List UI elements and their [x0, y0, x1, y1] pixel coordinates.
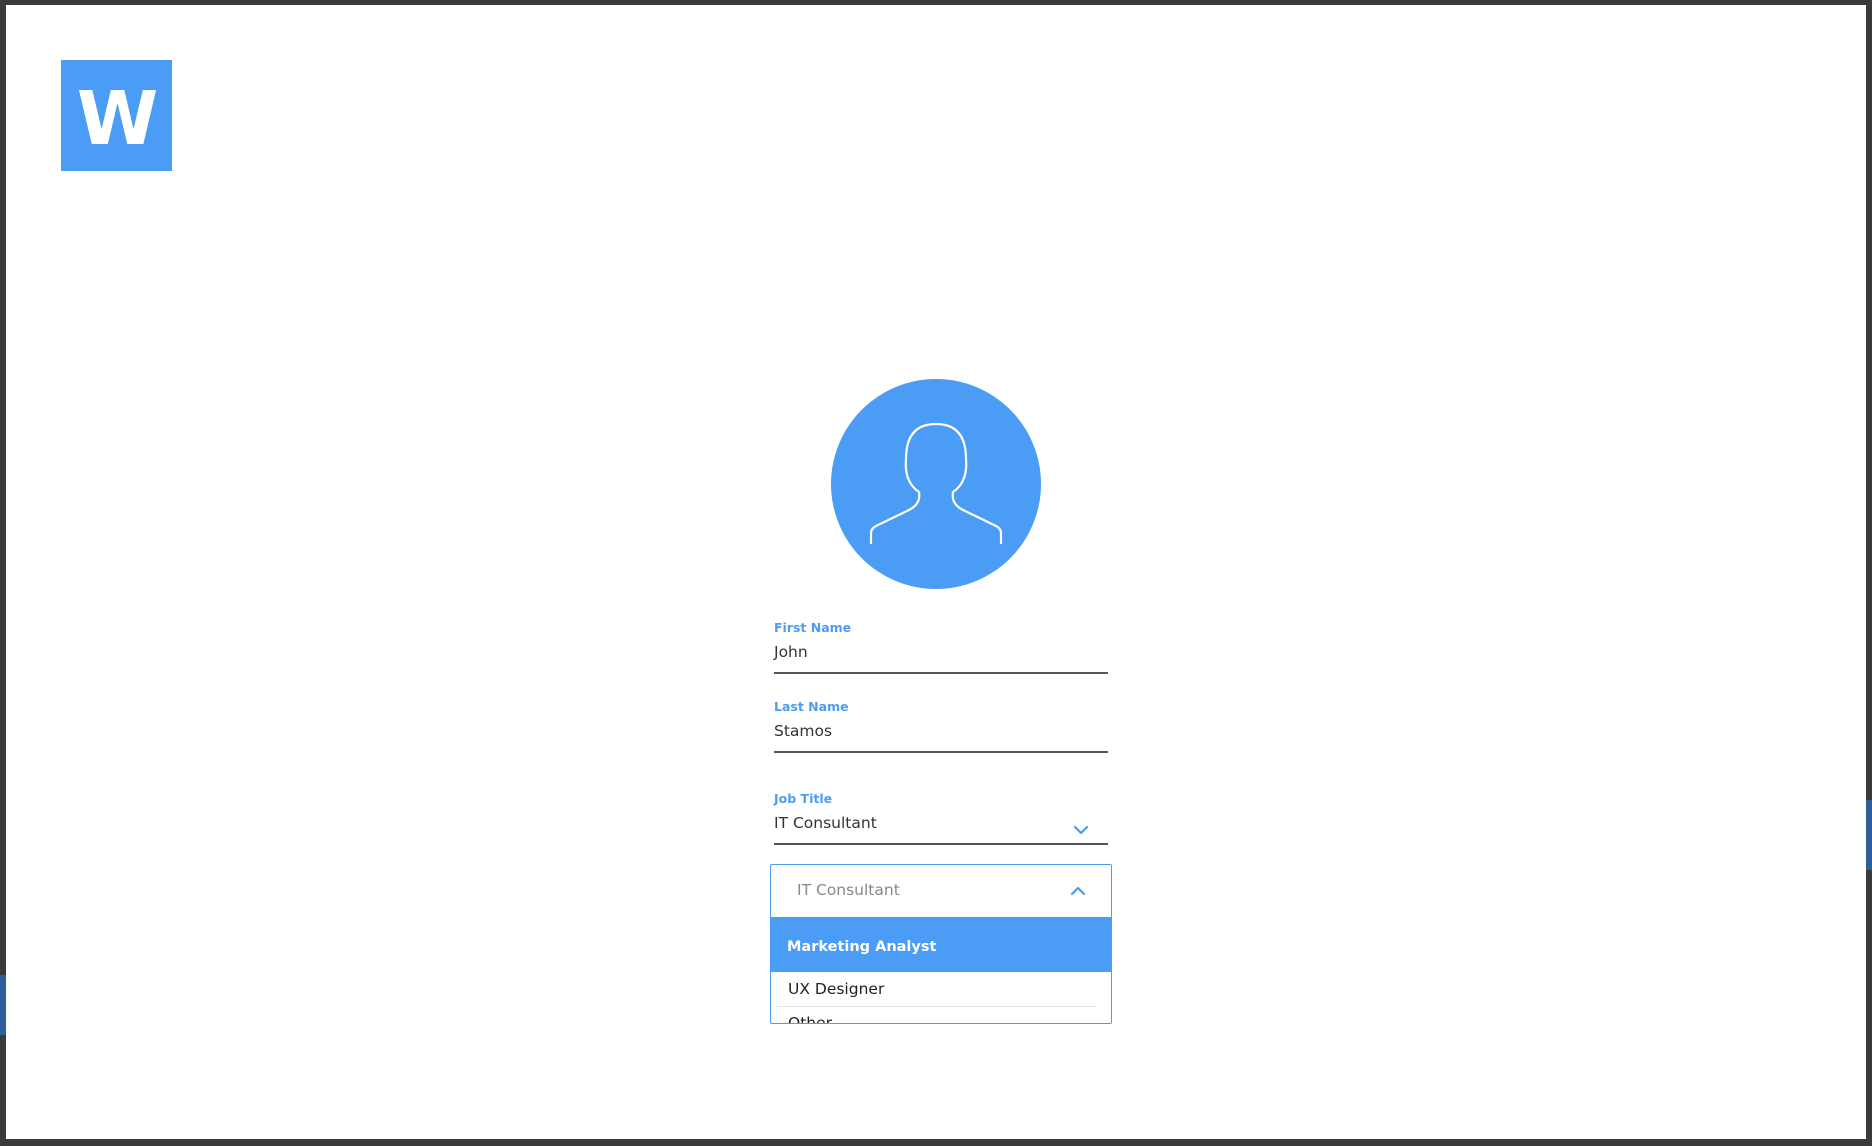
dropdown-option-ux-designer[interactable]: UX Designer: [777, 973, 1097, 1007]
dropdown-option-label: UX Designer: [788, 980, 885, 998]
brand-logo-letter: W: [76, 75, 159, 162]
dropdown-option-label: Other: [788, 1014, 833, 1024]
first-name-label: First Name: [774, 620, 852, 635]
dropdown-current-value: IT Consultant: [797, 881, 900, 899]
last-name-underline: [774, 751, 1108, 753]
job-title-select[interactable]: IT Consultant: [774, 814, 877, 832]
last-name-label: Last Name: [774, 699, 849, 714]
job-title-dropdown[interactable]: IT Consultant Marketing Analyst UX Desig…: [770, 864, 1112, 1024]
backdrop-fragment-right: [1866, 800, 1872, 870]
first-name-input[interactable]: John: [774, 643, 808, 661]
dropdown-option-label: Marketing Analyst: [787, 939, 937, 955]
dropdown-header[interactable]: IT Consultant: [771, 865, 1111, 916]
job-title-underline: [774, 843, 1108, 845]
dropdown-option-marketing-analyst[interactable]: Marketing Analyst: [771, 917, 1111, 972]
job-title-label: Job Title: [774, 791, 833, 806]
profile-modal: W First Name John Last Name Stamos Job T…: [6, 5, 1866, 1139]
first-name-field[interactable]: First Name John: [768, 620, 1108, 680]
profile-avatar[interactable]: [831, 379, 1041, 589]
last-name-field[interactable]: Last Name Stamos: [768, 699, 1108, 759]
first-name-underline: [774, 672, 1108, 674]
last-name-input[interactable]: Stamos: [774, 722, 832, 740]
job-title-field[interactable]: Job Title IT Consultant: [768, 791, 1108, 851]
user-silhouette-icon: [869, 422, 1003, 545]
chevron-up-icon[interactable]: [1069, 885, 1087, 897]
brand-logo[interactable]: W: [61, 60, 172, 171]
chevron-down-icon[interactable]: [1072, 824, 1090, 836]
dropdown-option-other[interactable]: Other: [777, 1007, 1097, 1024]
